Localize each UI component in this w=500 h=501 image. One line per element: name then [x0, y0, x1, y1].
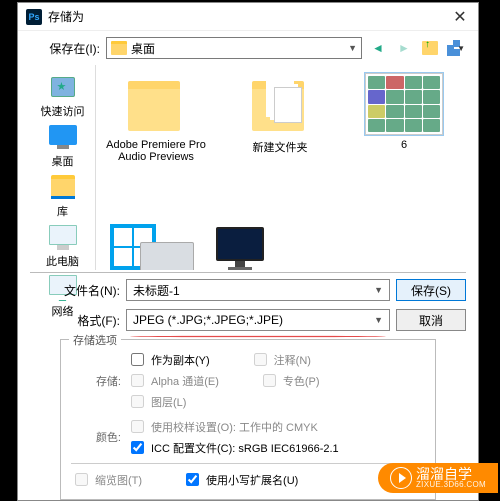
sidebar-item-library[interactable]: 库	[47, 173, 79, 219]
quick-access-icon	[47, 73, 79, 101]
filename-row: 文件名(N): 未标题-1 ▼ 保存(S)	[30, 279, 466, 301]
file-item-folder[interactable]: 新建文件夹	[230, 73, 330, 190]
checkbox-label: 使用小写扩展名(U)	[206, 472, 298, 488]
proof-checkbox: 使用校样设置(O): 工作中的 CMYK	[127, 417, 339, 436]
color-row: 颜色: 使用校样设置(O): 工作中的 CMYK ICC 配置文件(C): sR…	[71, 417, 425, 457]
format-label: 格式(F):	[30, 312, 120, 329]
titlebar: Ps 存储为 ✕	[18, 3, 478, 31]
sidebar-item-quick[interactable]: 快速访问	[41, 73, 85, 119]
back-button[interactable]: ◄	[368, 38, 388, 58]
view-button[interactable]: ▼	[446, 38, 466, 58]
desktop-icon	[47, 123, 79, 151]
checkbox-label: 使用校样设置(O): 工作中的 CMYK	[151, 419, 318, 435]
sidebar-item-label: 桌面	[52, 153, 74, 169]
layers-checkbox: 图层(L)	[127, 392, 320, 411]
file-area-row2	[102, 198, 466, 270]
checkbox-label: 作为副本(Y)	[151, 352, 210, 368]
library-icon	[47, 173, 79, 201]
format-value: JPEG (*.JPG;*.JPEG;*.JPE)	[133, 313, 283, 327]
group-legend: 存储选项	[69, 332, 121, 348]
drive-icon	[140, 242, 194, 270]
button-label: 取消	[419, 312, 443, 329]
watermark-title: 溜溜自学	[416, 467, 486, 481]
checkbox-label: 图层(L)	[151, 394, 186, 410]
checkbox-label: 专色(P)	[283, 373, 320, 389]
close-icon[interactable]: ✕	[450, 7, 470, 27]
color-label: 颜色:	[71, 429, 121, 445]
sidebar-item-thispc[interactable]: 此电脑	[46, 223, 79, 269]
sidebar-item-desktop[interactable]: 桌面	[47, 123, 79, 169]
file-label: Adobe Premiere Pro Audio Previews	[106, 139, 206, 163]
places-sidebar: 快速访问 桌面 库 此电脑 网络	[30, 65, 96, 270]
folder-icon	[252, 81, 308, 127]
nav-toolbar: ◄ ◄ ▼	[368, 38, 466, 58]
file-item-folder[interactable]: Adobe Premiere Pro Audio Previews	[106, 73, 206, 190]
file-area[interactable]: Adobe Premiere Pro Audio Previews 新建文件夹 …	[102, 65, 466, 198]
divider	[30, 272, 466, 273]
play-icon	[390, 467, 412, 489]
up-button[interactable]	[420, 38, 440, 58]
chevron-down-icon: ▼	[348, 43, 357, 53]
folder-icon	[128, 81, 184, 127]
watermark-sub: ZIXUE.3D66.COM	[416, 481, 486, 489]
button-label: 保存(S)	[411, 282, 451, 299]
dialog-content: 保存在(I): 桌面 ▼ ◄ ◄ ▼ 快速访问 桌面	[18, 31, 478, 500]
thumb-checkbox: 缩览图(T)	[71, 470, 142, 489]
checkbox-label: ICC 配置文件(C): sRGB IEC61966-2.1	[151, 440, 339, 456]
thispc-icon	[47, 223, 79, 251]
checkbox-label: Alpha 通道(E)	[151, 373, 219, 389]
folder-icon	[111, 41, 127, 55]
copy-checkbox[interactable]: 作为副本(Y)	[127, 350, 210, 369]
back-icon: ◄	[372, 41, 384, 55]
checkbox-label: 缩览图(T)	[95, 472, 142, 488]
folder-up-icon	[422, 41, 438, 55]
filename-value: 未标题-1	[133, 282, 180, 299]
storage-label: 存储:	[71, 373, 121, 389]
savein-value: 桌面	[131, 40, 155, 57]
file-label: 新建文件夹	[253, 139, 308, 155]
divider	[71, 463, 425, 464]
savein-dropdown[interactable]: 桌面 ▼	[106, 37, 362, 59]
save-as-dialog: Ps 存储为 ✕ 保存在(I): 桌面 ▼ ◄ ◄ ▼ 快速访问	[17, 2, 479, 501]
checkbox-label: 注释(N)	[274, 352, 311, 368]
savein-label: 保存在(I):	[30, 40, 100, 57]
storage-row: 存储: 作为副本(Y) 注释(N) Alpha 通道(E) 专色(P) 图层(L…	[71, 350, 425, 411]
filename-label: 文件名(N):	[30, 282, 120, 299]
format-combo[interactable]: JPEG (*.JPG;*.JPEG;*.JPE) ▼	[126, 309, 390, 331]
notes-checkbox: 注释(N)	[250, 350, 311, 369]
monitor-icon	[216, 227, 264, 270]
options-bottom-row: 缩览图(T) 使用小写扩展名(U)	[71, 470, 425, 489]
forward-icon: ◄	[398, 41, 410, 55]
sidebar-item-label: 库	[57, 203, 68, 219]
sidebar-item-label: 快速访问	[41, 103, 85, 119]
photoshop-icon: Ps	[26, 9, 42, 25]
chevron-down-icon: ▼	[374, 285, 383, 295]
body-row: 快速访问 桌面 库 此电脑 网络	[30, 65, 466, 270]
file-browser: Adobe Premiere Pro Audio Previews 新建文件夹 …	[102, 65, 466, 270]
lowerext-checkbox[interactable]: 使用小写扩展名(U)	[182, 470, 298, 489]
filename-combo[interactable]: 未标题-1 ▼	[126, 279, 390, 301]
chevron-down-icon: ▼	[457, 44, 465, 53]
image-thumbnail	[365, 73, 443, 135]
icc-checkbox[interactable]: ICC 配置文件(C): sRGB IEC61966-2.1	[127, 438, 339, 457]
dialog-title: 存储为	[48, 8, 450, 25]
forward-button[interactable]: ◄	[394, 38, 414, 58]
watermark-badge: 溜溜自学 ZIXUE.3D66.COM	[378, 463, 498, 493]
file-item-image[interactable]: 6	[354, 73, 454, 190]
savein-row: 保存在(I): 桌面 ▼ ◄ ◄ ▼	[30, 37, 466, 59]
alpha-checkbox: Alpha 通道(E)	[127, 371, 219, 390]
format-row: 格式(F): JPEG (*.JPG;*.JPEG;*.JPE) ▼ 取消	[30, 309, 466, 331]
save-button[interactable]: 保存(S)	[396, 279, 466, 301]
cancel-button[interactable]: 取消	[396, 309, 466, 331]
sidebar-item-label: 此电脑	[46, 253, 79, 269]
spot-checkbox: 专色(P)	[259, 371, 320, 390]
file-label: 6	[401, 139, 407, 151]
chevron-down-icon: ▼	[374, 315, 383, 325]
